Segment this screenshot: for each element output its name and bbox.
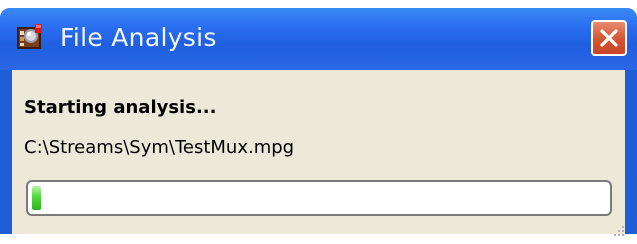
- window-title: File Analysis: [60, 23, 217, 52]
- resize-grip-icon[interactable]: [613, 222, 625, 236]
- status-label: Starting analysis...: [24, 97, 217, 118]
- file-path-label: C:\Streams\Sym\TestMux.mpg: [24, 137, 295, 158]
- analysis-app-icon: [16, 22, 46, 52]
- title-bar[interactable]: File Analysis: [0, 8, 637, 70]
- progress-fill: [32, 186, 41, 210]
- close-button[interactable]: [591, 20, 627, 56]
- progress-bar: [26, 180, 612, 216]
- dialog-body: Starting analysis... C:\Streams\Sym\Test…: [12, 70, 625, 234]
- file-analysis-window: File Analysis Starting analysis... C:\St…: [0, 8, 637, 234]
